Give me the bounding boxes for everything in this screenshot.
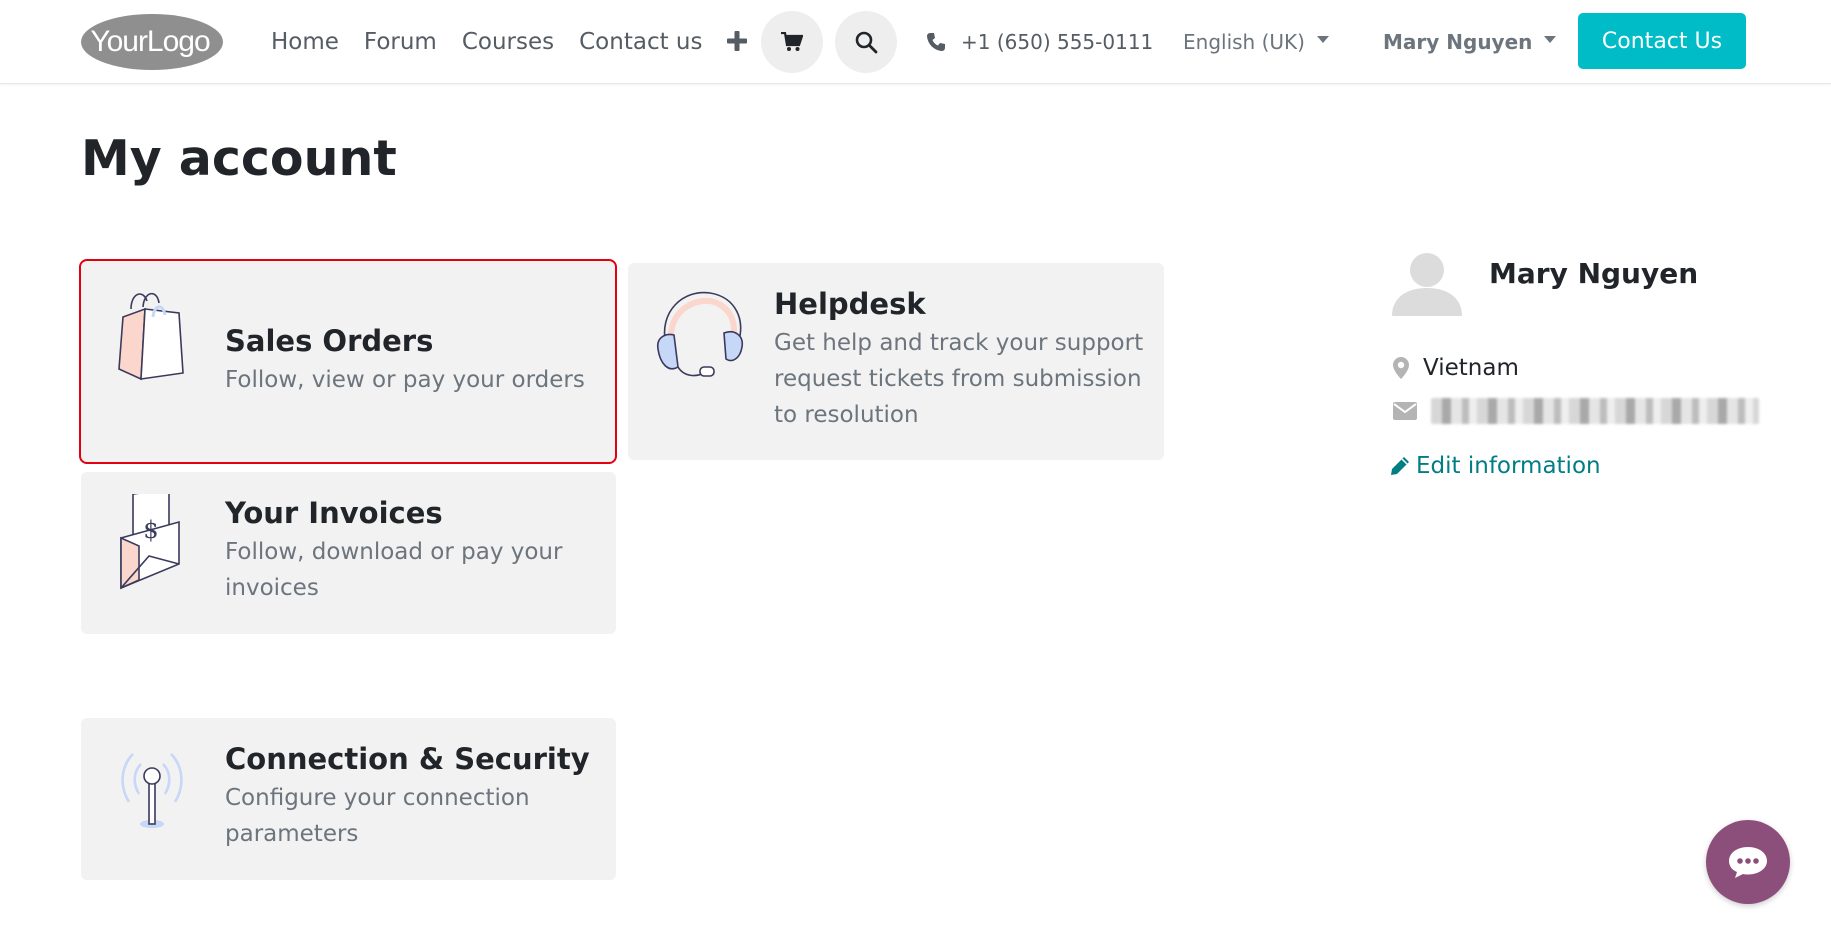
nav-link-contact[interactable]: Contact us bbox=[579, 29, 702, 55]
edit-information-link[interactable]: Edit information bbox=[1390, 453, 1601, 479]
antenna-icon bbox=[117, 748, 187, 834]
avatar bbox=[1390, 250, 1464, 316]
user-menu[interactable]: Mary Nguyen bbox=[1383, 0, 1557, 84]
card-helpdesk[interactable]: Helpdesk Get help and track your support… bbox=[628, 263, 1164, 460]
logo-image: YourLogo bbox=[81, 14, 223, 70]
search-button[interactable] bbox=[835, 11, 897, 73]
search-icon bbox=[855, 31, 878, 54]
card-title: Your Invoices bbox=[225, 496, 443, 530]
profile-country-text: Vietnam bbox=[1423, 355, 1519, 381]
card-your-invoices[interactable]: $ Your Invoices Follow, download or pay … bbox=[81, 472, 616, 634]
cart-icon bbox=[781, 32, 803, 51]
chevron-down-icon bbox=[1316, 35, 1329, 43]
envelope-icon bbox=[1393, 402, 1417, 420]
svg-text:$: $ bbox=[143, 516, 158, 544]
invoice-envelope-icon: $ bbox=[119, 488, 185, 598]
nav-link-forum[interactable]: Forum bbox=[364, 29, 437, 55]
logo-text: YourLogo bbox=[90, 25, 210, 58]
language-label: English (UK) bbox=[1183, 30, 1305, 54]
pencil-icon bbox=[1391, 457, 1409, 475]
profile-name: Mary Nguyen bbox=[1489, 257, 1699, 290]
card-connection-security[interactable]: Connection & Security Configure your con… bbox=[81, 718, 616, 880]
edit-information-label: Edit information bbox=[1416, 453, 1601, 479]
nav-link-courses[interactable]: Courses bbox=[462, 29, 554, 55]
phone-contact[interactable]: +1 (650) 555-0111 bbox=[926, 0, 1153, 84]
site-logo[interactable]: YourLogo bbox=[80, 13, 224, 71]
map-marker-icon bbox=[1393, 357, 1409, 379]
card-description: Follow, download or pay your invoices bbox=[225, 539, 563, 601]
shopping-bag-icon bbox=[117, 287, 187, 387]
page-title: My account bbox=[81, 130, 397, 187]
card-description: Configure your connection parameters bbox=[225, 785, 530, 847]
card-title: Sales Orders bbox=[225, 324, 434, 358]
plus-icon[interactable] bbox=[727, 27, 748, 57]
top-navbar: YourLogo Home Forum Courses Contact us +… bbox=[0, 0, 1831, 84]
card-title: Connection & Security bbox=[225, 742, 590, 776]
language-selector[interactable]: English (UK) bbox=[1183, 0, 1329, 84]
contact-us-button[interactable]: Contact Us bbox=[1578, 13, 1746, 69]
phone-number: +1 (650) 555-0111 bbox=[961, 30, 1154, 54]
main-nav: Home Forum Courses Contact us bbox=[271, 0, 748, 84]
card-title: Helpdesk bbox=[774, 287, 926, 321]
card-sales-orders[interactable]: Sales Orders Follow, view or pay your or… bbox=[79, 259, 617, 464]
headset-icon bbox=[654, 287, 748, 387]
live-chat-button[interactable] bbox=[1706, 820, 1790, 904]
phone-icon bbox=[927, 33, 945, 51]
card-description: Get help and track your support request … bbox=[774, 330, 1144, 428]
cart-button[interactable] bbox=[761, 11, 823, 73]
card-description: Follow, view or pay your orders bbox=[225, 367, 585, 393]
chevron-down-icon bbox=[1544, 35, 1557, 43]
email-redacted bbox=[1431, 398, 1759, 424]
user-menu-label: Mary Nguyen bbox=[1383, 30, 1533, 54]
nav-link-home[interactable]: Home bbox=[271, 29, 339, 55]
profile-email bbox=[1393, 398, 1759, 424]
profile-country: Vietnam bbox=[1393, 355, 1519, 381]
chat-icon bbox=[1729, 847, 1767, 878]
